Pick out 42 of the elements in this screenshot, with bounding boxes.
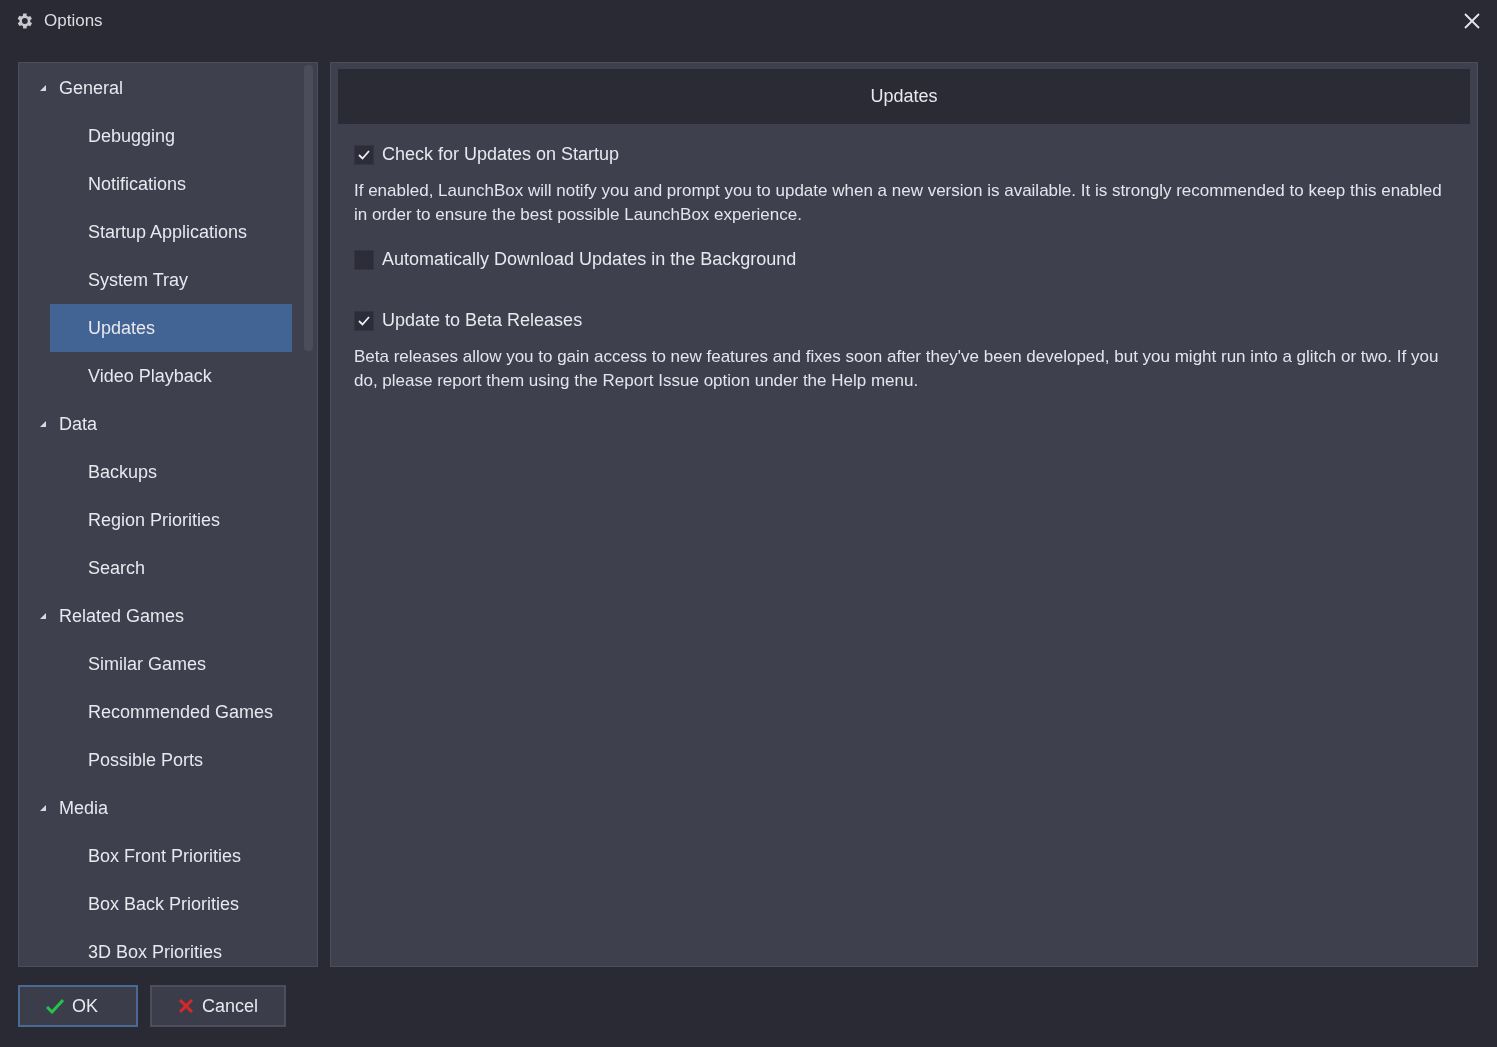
sidebar-item[interactable]: Search	[50, 544, 292, 592]
panel-header: Updates	[338, 69, 1470, 124]
sidebar-item[interactable]: Recommended Games	[50, 688, 292, 736]
expanded-triangle-icon[interactable]	[39, 612, 47, 620]
checkbox-option[interactable]: Update to Beta Releases	[354, 310, 583, 331]
group-label: Media	[59, 797, 109, 819]
expanded-triangle-icon[interactable]	[39, 420, 47, 428]
group-label: Related Games	[59, 605, 185, 627]
checkbox-option[interactable]: Check for Updates on Startup	[354, 144, 620, 165]
group-label: General	[59, 77, 124, 99]
ok-button[interactable]: OK	[18, 985, 138, 1027]
sidebar-item[interactable]: Box Front Priorities	[50, 832, 292, 880]
cross-icon	[178, 998, 194, 1014]
option-description: If enabled, LaunchBox will notify you and prompt you to update when a new version is available. It is strongly recommended to keep this enabled in order to ensure the best possible LaunchBox experience.	[354, 180, 1443, 226]
tree-group[interactable]: Related Games	[19, 592, 317, 640]
sidebar-item[interactable]: Debugging	[50, 112, 292, 160]
checkmark-icon	[358, 315, 370, 326]
sidebar-item[interactable]: Region Priorities	[50, 496, 292, 544]
expanded-triangle-icon[interactable]	[39, 84, 47, 92]
sidebar-item[interactable]: Backups	[50, 448, 292, 496]
checkmark-icon	[358, 149, 370, 160]
sidebar-item[interactable]: Video Playback	[50, 352, 292, 400]
checkbox[interactable]	[354, 144, 374, 165]
check-icon	[46, 998, 64, 1014]
cancel-button[interactable]: Cancel	[150, 985, 286, 1027]
sidebar-item[interactable]: Updates	[50, 304, 292, 352]
tree-group[interactable]: Data	[19, 400, 317, 448]
tree-group[interactable]: General	[19, 64, 317, 112]
sidebar-item[interactable]: System Tray	[50, 256, 292, 304]
option-description: Beta releases allow you to gain access to new features and fixes soon after they've been developed, but you might run into a glitch or two. If you do, please report them using the Report Issue option under the Help menu.	[354, 346, 1440, 392]
sidebar-item[interactable]: Possible Ports	[50, 736, 292, 784]
tree-group[interactable]: Media	[19, 784, 317, 832]
sidebar-item[interactable]: Box Back Priorities	[50, 880, 292, 928]
group-label: Data	[59, 413, 98, 435]
sidebar-item[interactable]: Notifications	[50, 160, 292, 208]
sidebar-item[interactable]: Startup Applications	[50, 208, 292, 256]
sidebar-item[interactable]: Similar Games	[50, 640, 292, 688]
checkbox[interactable]	[354, 310, 374, 331]
expanded-triangle-icon[interactable]	[39, 804, 47, 812]
sidebar-item[interactable]: 3D Box Priorities	[50, 928, 292, 966]
checkbox-option[interactable]: Automatically Download Updates in the Background	[354, 249, 797, 270]
window-title: Options	[44, 11, 104, 31]
